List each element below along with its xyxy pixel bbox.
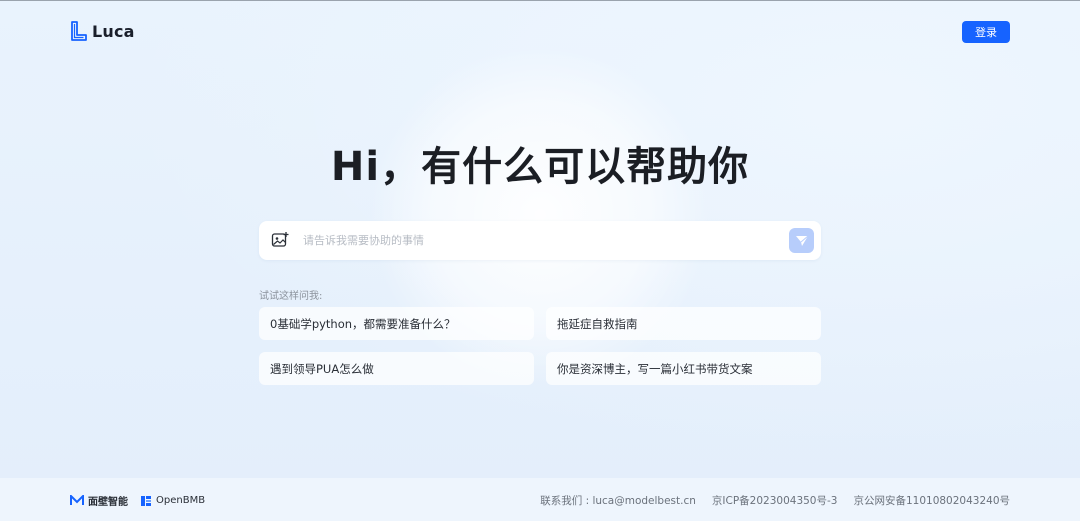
page-background: [0, 0, 1080, 521]
logo-text: Luca: [92, 21, 135, 41]
police-record-link[interactable]: 京公网安备11010802043240号: [853, 493, 1010, 508]
openbmb-logo-icon: [141, 495, 151, 506]
header: Luca 登录: [0, 0, 1080, 64]
icp-link[interactable]: 京ICP备2023004350号-3: [712, 493, 838, 508]
contact-link[interactable]: 联系我们 : luca@modelbest.cn: [540, 493, 696, 508]
suggestion-chip[interactable]: 0基础学python，都需要准备什么？: [259, 307, 534, 340]
page-title: Hi，有什么可以帮助你: [330, 144, 750, 190]
suggestion-chip[interactable]: 拖延症自救指南: [546, 307, 821, 340]
image-upload-icon[interactable]: [271, 231, 289, 249]
brand-openbmb-text: OpenBMB: [156, 495, 206, 506]
search-box: [259, 221, 821, 260]
logo[interactable]: Luca: [70, 21, 135, 41]
suggestions-label: 试试这样问我:: [259, 291, 323, 302]
send-icon: [795, 235, 808, 246]
send-button[interactable]: [789, 228, 814, 253]
brand-openbmb[interactable]: OpenBMB: [140, 495, 205, 507]
footer-brands: 面壁智能 OpenBMB: [70, 493, 205, 508]
suggestion-chip[interactable]: 你是资深博主，写一篇小红书带货文案: [546, 352, 821, 385]
brand-modelbest[interactable]: 面壁智能: [70, 493, 128, 508]
footer-links: 联系我们 : luca@modelbest.cn 京ICP备2023004350…: [540, 493, 1010, 508]
modelbest-logo-icon: [70, 495, 84, 505]
brand-modelbest-text: 面壁智能: [88, 497, 128, 508]
luca-logo-icon: [71, 21, 87, 41]
suggestion-chip[interactable]: 遇到领导PUA怎么做: [259, 352, 534, 385]
footer: 面壁智能 OpenBMB 联系我们 : luca@modelbest.cn 京I…: [0, 478, 1080, 521]
login-button[interactable]: 登录: [962, 21, 1010, 43]
search-input[interactable]: [303, 221, 773, 260]
